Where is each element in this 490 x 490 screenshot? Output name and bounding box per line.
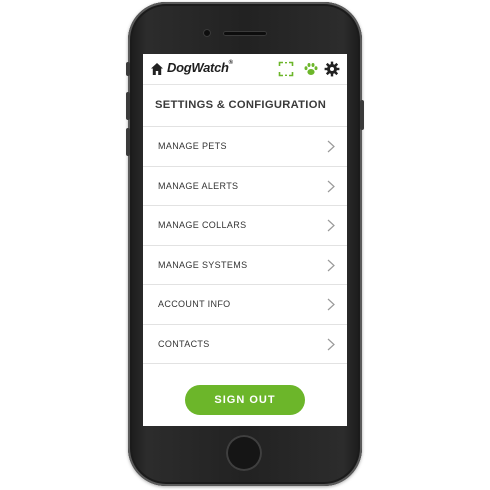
menu-item-manage-collars[interactable]: MANAGE COLLARS — [143, 206, 347, 246]
chevron-right-icon — [327, 219, 335, 232]
menu-item-label: MANAGE ALERTS — [158, 180, 239, 191]
settings-menu: MANAGE PETS MANAGE ALERTS MANAGE COLLARS… — [143, 126, 347, 364]
menu-item-label: MANAGE PETS — [158, 141, 227, 151]
menu-item-manage-pets[interactable]: MANAGE PETS — [143, 127, 347, 167]
paw-icon[interactable] — [303, 61, 319, 77]
chevron-right-icon — [327, 338, 335, 350]
mute-switch — [126, 62, 130, 76]
stage: DogWatch® SETTINGS & CONFIGURATION MANAG… — [0, 0, 490, 490]
chevron-right-icon — [327, 140, 335, 153]
volume-down-button — [126, 128, 130, 156]
brand-name: DogWatch — [167, 60, 229, 75]
menu-item-manage-alerts[interactable]: MANAGE ALERTS — [143, 167, 347, 206]
power-button — [360, 100, 364, 130]
sign-out-button[interactable]: SIGN OUT — [185, 385, 305, 415]
menu-item-account-info[interactable]: ACCOUNT INFO — [143, 285, 347, 325]
chevron-right-icon — [327, 180, 335, 192]
app-screen: DogWatch® SETTINGS & CONFIGURATION MANAG… — [143, 54, 347, 426]
app-header: DogWatch® — [143, 54, 347, 85]
earpiece-speaker — [223, 31, 267, 36]
brand-logo: DogWatch® — [167, 60, 233, 75]
menu-item-contacts[interactable]: CONTACTS — [143, 325, 347, 364]
home-icon[interactable] — [150, 62, 164, 76]
brand-registered-mark: ® — [228, 60, 233, 66]
menu-item-manage-systems[interactable]: MANAGE SYSTEMS — [143, 246, 347, 285]
fullscreen-icon[interactable] — [278, 61, 294, 77]
chevron-right-icon — [327, 259, 335, 271]
volume-up-button — [126, 92, 130, 120]
phone-home-button[interactable] — [226, 435, 262, 471]
menu-item-label: CONTACTS — [158, 338, 210, 349]
menu-item-label: MANAGE COLLARS — [158, 220, 247, 230]
front-camera — [203, 29, 211, 37]
page-title: SETTINGS & CONFIGURATION — [155, 99, 327, 111]
menu-item-label: MANAGE SYSTEMS — [158, 259, 248, 270]
menu-item-label: ACCOUNT INFO — [158, 299, 231, 309]
chevron-right-icon — [327, 298, 335, 311]
gear-icon[interactable] — [324, 61, 340, 77]
